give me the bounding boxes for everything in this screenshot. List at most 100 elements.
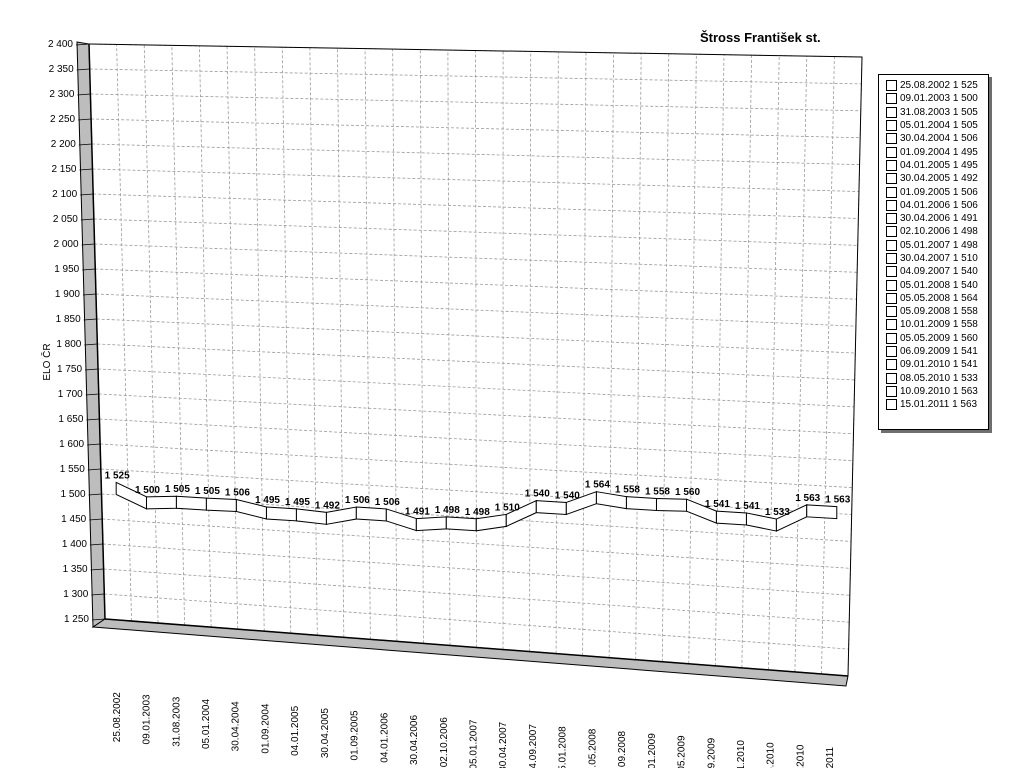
- legend-swatch-icon: [886, 226, 897, 238]
- y-tick-label: 2 400: [48, 39, 73, 50]
- data-label: 1 558: [645, 486, 670, 497]
- data-label: 1 495: [255, 495, 280, 506]
- legend-swatch-icon: [886, 239, 897, 251]
- legend-label: 10.01.2009 1 558: [900, 319, 978, 331]
- data-label: 1 495: [285, 497, 310, 508]
- legend-item: 09.01.2010 1 541: [886, 358, 984, 371]
- legend-label: 30.04.2007 1 510: [900, 253, 978, 264]
- chart-walls: [76, 41, 849, 687]
- legend-label: 10.09.2010 1 563: [900, 385, 978, 397]
- legend-swatch-icon: [886, 120, 897, 132]
- grid-line-v: [741, 55, 752, 668]
- legend-label: 08.05.2010 1 533: [900, 372, 978, 384]
- data-label: 1 506: [375, 497, 400, 508]
- data-label: 1 563: [825, 495, 850, 506]
- x-tick-label: 15.01.2011: [825, 746, 836, 768]
- legend-item: 25.08.2002 1 525: [886, 79, 984, 92]
- legend-label: 05.01.2004 1 505: [900, 120, 978, 132]
- series-segment: [355, 506, 387, 522]
- legend-swatch-icon: [886, 133, 897, 145]
- data-label: 1 564: [585, 480, 610, 491]
- grid-line-v: [309, 47, 318, 636]
- legend-swatch-icon: [886, 346, 897, 358]
- grid-line-v: [337, 48, 345, 638]
- data-label: 1 563: [795, 493, 820, 504]
- data-label: 1 506: [225, 487, 250, 498]
- series-segment: [535, 500, 567, 515]
- legend-swatch-icon: [886, 159, 897, 171]
- legend-label: 01.09.2004 1 495: [900, 146, 978, 158]
- x-tick-label: 05.05.2009: [677, 735, 688, 768]
- x-tick-label: 25.08.2002: [112, 692, 123, 742]
- legend-swatch-icon: [886, 279, 897, 291]
- data-label: 1 560: [675, 487, 700, 498]
- legend-item: 10.01.2009 1 558: [886, 318, 984, 331]
- x-tick-label: 30.04.2007: [498, 721, 509, 768]
- legend-swatch-icon: [886, 173, 897, 185]
- grid-line-v: [199, 45, 212, 628]
- legend-item: 05.09.2008 1 558: [886, 305, 984, 318]
- legend-label: 05.01.2007 1 498: [900, 239, 978, 251]
- grid-line-v: [608, 52, 614, 658]
- y-tick-label: 2 250: [50, 114, 75, 125]
- x-tick-label: 01.09.2004: [260, 703, 271, 753]
- y-tick-label: 1 250: [64, 614, 89, 625]
- legend-item: 06.09.2009 1 541: [886, 345, 984, 358]
- legend-item: 10.09.2010 1 563: [886, 385, 984, 398]
- legend-item: 02.10.2006 1 498: [886, 225, 984, 238]
- legend-swatch-icon: [886, 372, 897, 384]
- legend-label: 04.01.2006 1 506: [900, 199, 978, 211]
- legend-swatch-icon: [886, 146, 897, 158]
- data-label: 1 558: [615, 485, 640, 496]
- legend-item: 05.01.2007 1 498: [886, 239, 984, 252]
- legend-label: 05.05.2008 1 564: [900, 292, 978, 304]
- x-tick-label: 31.08.2003: [171, 696, 182, 746]
- legend-item: 09.01.2003 1 500: [886, 92, 984, 105]
- y-tick-label: 1 950: [54, 264, 79, 275]
- y-tick-label: 1 800: [56, 339, 81, 350]
- series-segment: [145, 495, 177, 510]
- data-label: 1 540: [525, 489, 550, 500]
- data-label: 1 491: [405, 507, 430, 518]
- legend-item: 31.08.2003 1 505: [886, 106, 984, 119]
- y-tick-label: 1 400: [62, 539, 87, 550]
- y-tick-label: 1 450: [61, 514, 86, 525]
- legend-label: 30.04.2005 1 492: [900, 173, 978, 185]
- legend-item: 01.09.2004 1 495: [886, 145, 984, 158]
- chart-legend: 25.08.2002 1 525 09.01.2003 1 500 31.08.20…: [878, 74, 989, 430]
- legend-item: 15.01.2011 1 563: [886, 398, 984, 411]
- legend-label: 30.04.2004 1 506: [900, 133, 978, 145]
- legend-label: 04.09.2007 1 540: [900, 266, 978, 278]
- series-segment: [265, 506, 297, 522]
- x-tick-label: 06.09.2009: [706, 737, 717, 768]
- y-tick-label: 1 350: [63, 564, 88, 575]
- plot-border: [88, 43, 863, 677]
- y-tick-label: 1 300: [63, 589, 88, 600]
- data-label: 1 510: [495, 502, 520, 513]
- legend-label: 05.01.2008 1 540: [900, 279, 978, 291]
- y-tick-label: 1 850: [56, 314, 81, 325]
- legend-item: 04.01.2005 1 495: [886, 159, 984, 172]
- data-label: 1 498: [465, 507, 490, 518]
- legend-swatch-icon: [886, 385, 897, 397]
- x-tick-label: 05.09.2008: [617, 730, 628, 768]
- x-tick-label: 02.10.2006: [439, 717, 450, 767]
- grid-line-v: [116, 44, 132, 622]
- legend-item: 30.04.2004 1 506: [886, 132, 984, 145]
- legend-swatch-icon: [886, 319, 897, 331]
- legend-item: 01.09.2005 1 506: [886, 185, 984, 198]
- series-segment: [625, 496, 657, 511]
- legend-item: 05.01.2008 1 540: [886, 278, 984, 291]
- floor: [91, 618, 849, 687]
- y-tick-label: 1 900: [55, 289, 80, 300]
- series-segment: [806, 504, 838, 520]
- legend-swatch-icon: [886, 266, 897, 278]
- chart-plot: 2 400 2 350 2 300 2 250 2 200 2 150 2 100 2 050…: [40, 39, 863, 768]
- data-label: 1 500: [135, 485, 160, 496]
- grid-line-v: [661, 53, 670, 662]
- legend-label: 05.09.2008 1 558: [900, 306, 978, 318]
- x-tick-label: 09.01.2003: [142, 694, 153, 744]
- y-tick-label: 2 100: [52, 189, 77, 200]
- grid-line-v: [555, 51, 559, 654]
- grid-line-v: [419, 49, 424, 644]
